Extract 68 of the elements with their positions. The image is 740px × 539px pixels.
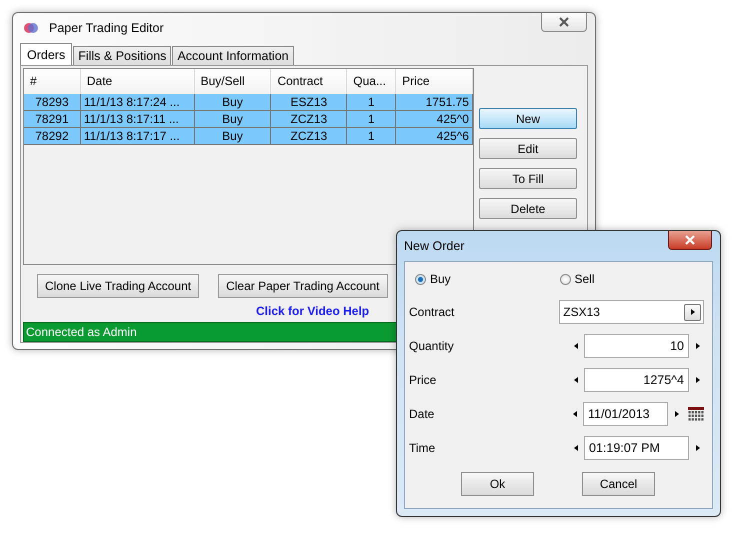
table-row[interactable]: 78293 11/1/13 8:17:24 ... Buy ESZ13 1 1751.75 [24,94,473,111]
status-text: Connected as Admin [26,325,137,339]
table-cell: 1 [347,111,396,127]
account-button[interactable]: Clone Live Trading Account [37,274,200,298]
input-field[interactable]: 11/01/2013 [583,402,668,426]
video-help-link[interactable]: Click for Video Help [256,304,370,318]
app-icon [23,21,39,35]
dialog-button[interactable]: Cancel [582,472,655,496]
radio-option[interactable]: Buy [415,272,560,286]
action-button[interactable]: Delete [479,198,577,219]
action-button[interactable]: To Fill [479,168,577,189]
table-cell: ESZ13 [271,94,348,110]
radio-button[interactable] [560,274,570,284]
table-cell: 78293 [24,94,81,110]
decrement-arrow-icon[interactable] [574,445,578,451]
table-row[interactable]: 78292 11/1/13 8:17:17 ... Buy ZCZ13 1 425^6 [24,128,473,145]
tab[interactable]: Orders [20,43,72,65]
input-field[interactable]: 01:19:07 PM [584,436,689,460]
table-cell: 425^0 [396,111,473,127]
table-cell: 11/1/13 8:17:11 ... [80,111,195,127]
table-cell: 1751.75 [396,94,473,110]
table-cell: 78292 [24,128,81,144]
action-button[interactable]: Edit [479,138,577,159]
table-cell: Buy [194,111,272,127]
decrement-arrow-icon[interactable] [573,411,577,417]
field-label: Quantity [409,339,455,353]
contract-field[interactable]: ZSX13 [559,300,704,324]
table-cell: 11/1/13 8:17:17 ... [80,128,195,144]
close-button[interactable] [668,231,712,250]
input-field[interactable]: 1275^4 [584,368,689,392]
table-cell: ZCZ13 [271,128,348,144]
decrement-arrow-icon[interactable] [574,343,578,349]
close-icon [558,17,570,27]
tab[interactable]: Account Information [172,46,294,65]
increment-arrow-icon[interactable] [696,343,700,349]
field-label: Contract [409,305,456,319]
tab[interactable]: Fills & Positions [73,46,172,65]
table-cell: Buy [194,94,272,110]
table-cell: ZCZ13 [271,111,348,127]
increment-arrow-icon[interactable] [696,445,700,451]
input-field[interactable]: 10 [584,334,689,358]
increment-arrow-icon[interactable] [675,411,679,417]
decrement-arrow-icon[interactable] [574,377,578,383]
table-cell: 11/1/13 8:17:24 ... [80,94,195,110]
table-cell: 1 [347,128,396,144]
table-row[interactable]: 78291 11/1/13 8:17:11 ... Buy ZCZ13 1 425^0 [24,111,473,128]
field-label: Price [409,373,438,387]
pick-button[interactable] [684,304,701,320]
action-button[interactable]: New [479,108,577,129]
table-cell: 78291 [24,111,81,127]
table-cell: 425^6 [396,128,473,144]
triangle-icon [690,309,694,315]
close-button[interactable] [541,13,587,32]
close-icon [684,235,696,245]
field-label: Time [409,441,436,455]
dialog-button[interactable]: Ok [461,472,534,496]
radio-label: Buy [430,272,451,286]
radio-label: Sell [574,272,595,286]
increment-arrow-icon[interactable] [696,377,700,383]
dialog-title: New Order [404,239,464,253]
table-cell: Buy [194,128,272,144]
calendar-icon[interactable] [688,406,704,422]
radio-option[interactable]: Sell [560,272,704,286]
table-cell: 1 [347,94,396,110]
window-title: Paper Trading Editor [49,21,164,35]
account-button[interactable]: Clear Paper Trading Account [218,274,388,298]
radio-button[interactable] [415,274,426,284]
field-label: Date [409,407,436,421]
